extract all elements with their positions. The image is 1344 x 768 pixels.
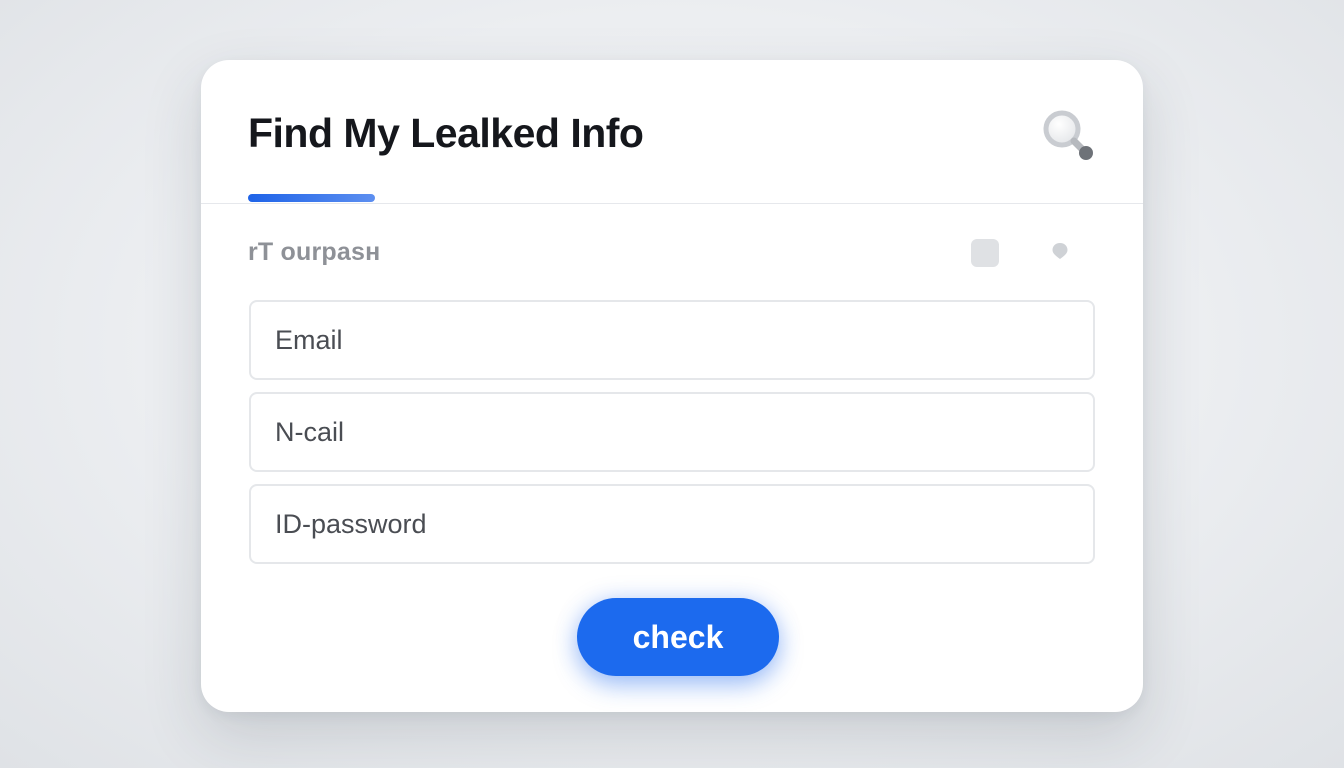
n-cail-field[interactable]: [249, 392, 1095, 472]
square-toggle-button[interactable]: [971, 239, 999, 267]
check-button[interactable]: check: [577, 598, 779, 676]
location-pin-icon[interactable]: [1051, 242, 1069, 260]
leak-check-card: Find My Lealked Info rT ourpasн check: [201, 60, 1143, 712]
page-title: Find My Lealked Info: [248, 110, 644, 156]
search-button[interactable]: [1037, 104, 1097, 164]
email-field[interactable]: [249, 300, 1095, 380]
id-password-field[interactable]: [249, 484, 1095, 564]
search-icon: [1043, 110, 1093, 160]
header-divider: [201, 203, 1143, 204]
active-tab-indicator: [248, 194, 375, 202]
section-label: rT ourpasн: [248, 238, 381, 266]
